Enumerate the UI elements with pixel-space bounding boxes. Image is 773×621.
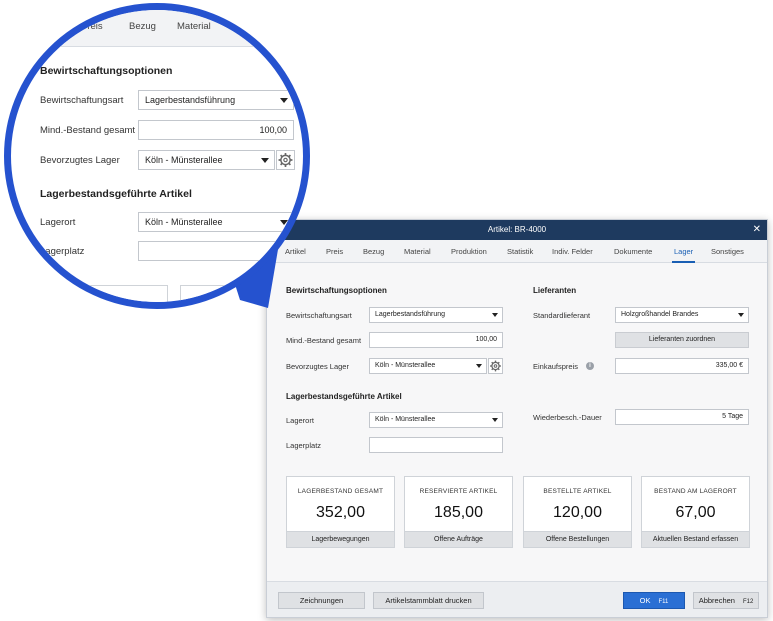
kpi-value: 67,00 [675,504,716,521]
dialog-footer: Zeichnungen Artikelstammblatt drucken OK… [267,581,767,617]
ok-label: OK [639,596,651,605]
tab-sonstiges[interactable]: Sonstiges [711,247,744,256]
magnified-lagerplatz-input [138,241,294,261]
tab-content: Bewirtschaftungsoptionen Bewirtschaftung… [267,263,767,617]
magnified-lagerort-label: Lagerort [40,217,76,228]
tab-statistik[interactable]: Statistik [507,247,533,256]
window-title: Artikel: BR-4000 [487,225,547,234]
lagerplatz-input[interactable] [369,437,503,453]
section-lieferanten: Lieferanten [533,286,577,295]
magnified-tab-bezug: Bezug [129,21,156,32]
zeichnungen-button[interactable]: Zeichnungen [278,592,365,609]
magnified-bevorzugtes-lager-select: Köln - Münsterallee [138,150,275,170]
tab-lager[interactable]: Lager [671,247,696,263]
tab-indiv-felder[interactable]: Indiv. Felder [552,247,593,256]
magnifier-circle: Preis Bezug Material Bewirtschaftungsopt… [4,3,310,309]
lagerort-value: Köln - Münsterallee [375,416,436,423]
standardlieferant-select[interactable]: Holzgroßhandel Brandes [615,307,749,323]
chevron-down-icon [476,364,482,368]
kpi-card-bestellt: BESTELLTE ARTIKEL 120,00 Offene Bestellu… [523,476,632,548]
kpi-card-lagerbestand: LAGERBESTAND GESAMT 352,00 Lagerbewegung… [286,476,395,548]
magnified-tab-preis: Preis [81,21,103,32]
bestand-erfassen-button[interactable]: Aktuellen Bestand erfassen [642,531,749,547]
ok-shortcut: F11 [658,599,669,605]
bevorzugtes-lager-select[interactable]: Köln - Münsterallee [369,358,487,374]
wiederbeschaffungsdauer-input[interactable]: 5 Tage [615,409,749,425]
lagerort-label: Lagerort [286,416,314,425]
kpi-card-reserviert: RESERVIERTE ARTIKEL 185,00 Offene Aufträ… [404,476,513,548]
magnified-tab-bar: Preis Bezug Material [11,10,303,47]
tab-produktion[interactable]: Produktion [451,247,487,256]
chevron-down-icon [280,98,288,103]
einkaufspreis-label: Einkaufspreis [533,362,579,371]
offene-auftraege-button[interactable]: Offene Aufträge [405,531,512,547]
close-icon[interactable]: ✕ [753,220,761,240]
gear-icon [490,360,501,372]
offene-bestellungen-button[interactable]: Offene Bestellungen [524,531,631,547]
magnified-bewirtschaftungsart-select: Lagerbestandsführung [138,90,294,110]
magnified-lagerort-select: Köln - Münsterallee [138,212,294,232]
magnified-bevorzugtes-lager-value: Köln - Münsterallee [145,155,223,165]
standardlieferant-value: Holzgroßhandel Brandes [621,311,699,318]
artikelstammblatt-drucken-button[interactable]: Artikelstammblatt drucken [373,592,484,609]
chevron-down-icon [492,418,498,422]
lagerplatz-label: Lagerplatz [286,441,322,450]
mindestbestand-label: Mind.-Bestand gesamt [286,336,362,345]
magnified-bewirtschaftungsart-value: Lagerbestandsführung [145,95,236,105]
tab-preis[interactable]: Preis [326,247,343,256]
chevron-down-icon [492,313,498,317]
section-lagerbestandsgefuehrt: Lagerbestandsgeführte Artikel [286,392,402,401]
info-icon[interactable]: i [586,362,594,370]
magnified-kpi-card [40,285,168,302]
kpi-title: BESTELLTE ARTIKEL [543,488,612,495]
standardlieferant-label: Standardlieferant [533,311,591,320]
magnified-settings-button [276,150,295,170]
magnified-lagerort-value: Köln - Münsterallee [145,217,223,227]
abbrechen-label: Abbrechen [698,596,735,605]
magnified-mindestbestand-input: 100,00 [138,120,294,140]
kpi-value: 352,00 [316,504,365,521]
kpi-title: RESERVIERTE ARTIKEL [419,488,498,495]
lagerort-select[interactable]: Köln - Münsterallee [369,412,503,428]
tab-bezug[interactable]: Bezug [363,247,384,256]
mindestbestand-input[interactable]: 100,00 [369,332,503,348]
bewirtschaftungsart-value: Lagerbestandsführung [375,311,446,318]
bevorzugtes-lager-label: Bevorzugtes Lager [286,362,349,371]
magnified-bevorzugtes-lager-label: Bevorzugtes Lager [40,155,120,166]
bewirtschaftungsart-label: Bewirtschaftungsart [286,311,352,320]
kpi-title: LAGERBESTAND GESAMT [297,488,384,495]
ok-button[interactable]: OK F11 [623,592,685,609]
tab-bar: Artikel Preis Bezug Material Produktion … [267,240,767,263]
tab-dokumente[interactable]: Dokumente [614,247,652,256]
bevorzugtes-lager-value: Köln - Münsterallee [375,362,436,369]
chevron-down-icon [280,220,288,225]
kpi-value: 185,00 [434,504,483,521]
chevron-down-icon [261,158,269,163]
lager-settings-button[interactable] [488,358,503,374]
magnified-mindestbestand-label: Mind.-Bestand gesamt [40,125,136,136]
chevron-down-icon [738,313,744,317]
lagerbewegungen-button[interactable]: Lagerbewegungen [287,531,394,547]
title-bar: Artikel: BR-4000 ✕ [267,220,767,240]
kpi-value: 120,00 [553,504,602,521]
magnified-tab-material: Material [177,21,211,32]
magnified-lagerplatz-label: Lagerplatz [40,246,85,257]
magnified-bewirtschaftungsart-label: Bewirtschaftungsart [40,95,124,106]
bewirtschaftungsart-select[interactable]: Lagerbestandsführung [369,307,503,323]
kpi-title: BESTAND AM LAGERORT [654,488,737,495]
magnified-section-lagerbestandsgefuehrt: Lagerbestandsgeführte Artikel [40,188,192,200]
wiederbeschaffungsdauer-label: Wiederbesch.-Dauer [533,413,602,422]
magnified-section-bewirtschaftung: Bewirtschaftungsoptionen [40,65,173,77]
kpi-card-lagerort: BESTAND AM LAGERORT 67,00 Aktuellen Best… [641,476,750,548]
einkaufspreis-input[interactable]: 335,00 € [615,358,749,374]
abbrechen-button[interactable]: Abbrechen F12 [693,592,759,609]
article-dialog: Artikel: BR-4000 ✕ Artikel Preis Bezug M… [266,219,768,618]
gear-icon [278,153,293,167]
tab-material[interactable]: Material [404,247,431,256]
lieferanten-zuordnen-button[interactable]: Lieferanten zuordnen [615,332,749,348]
abbrechen-shortcut: F12 [742,599,754,605]
